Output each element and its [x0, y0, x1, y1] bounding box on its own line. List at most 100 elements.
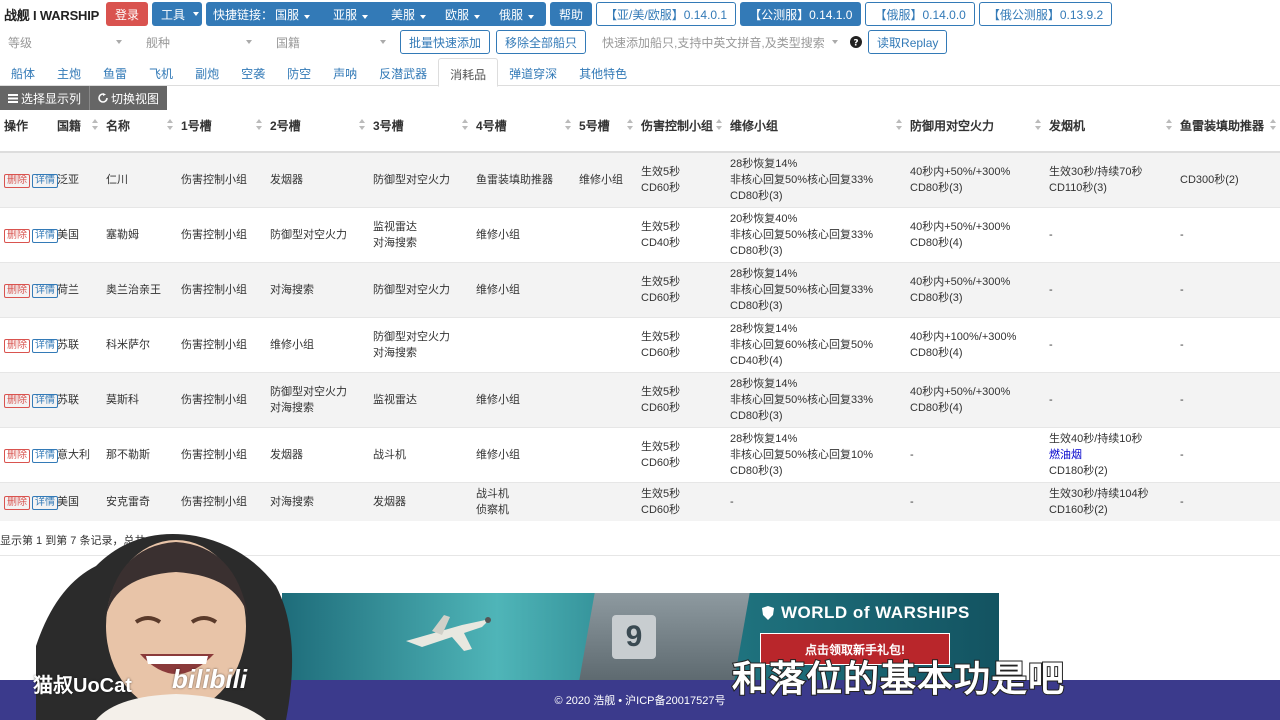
- ship-illustration: [579, 593, 750, 680]
- tab-3[interactable]: 飞机: [138, 58, 184, 86]
- cell-s1: 伤害控制小组: [177, 261, 266, 317]
- version-asia-na-eu[interactable]: 【亚/美/欧服】0.14.0.1: [596, 2, 737, 26]
- tab-10[interactable]: 弹道穿深: [498, 58, 568, 86]
- cell-aa: 40秒内+50%/+300% CD80秒(4): [906, 206, 1045, 262]
- tab-7[interactable]: 声呐: [322, 58, 368, 86]
- detail-button[interactable]: 详情: [32, 393, 58, 408]
- sort-icon[interactable]: [462, 119, 468, 133]
- cell-line: 非核心回复60%核心回复50%: [730, 338, 874, 351]
- detail-button[interactable]: 详情: [32, 283, 58, 298]
- quicklink-cn[interactable]: 国服: [275, 6, 331, 23]
- column-header-label: 防御用对空火力: [910, 119, 995, 133]
- sort-icon[interactable]: [1270, 119, 1276, 133]
- delete-button[interactable]: 删除: [4, 495, 30, 510]
- chevron-down-icon: [193, 12, 200, 16]
- delete-button[interactable]: 删除: [4, 393, 30, 408]
- column-header[interactable]: 3号槽: [369, 112, 472, 153]
- ship-search-input[interactable]: 快速添加船只,支持中英文拼音,及类型搜索: [594, 30, 844, 54]
- cell-rep: -: [726, 481, 906, 521]
- quicklink-asia[interactable]: 亚服: [333, 6, 389, 23]
- delete-button[interactable]: 删除: [4, 173, 30, 188]
- switch-view-button[interactable]: 切换视图: [89, 86, 168, 110]
- cell-line: 生效30秒/持续104秒: [1049, 487, 1149, 500]
- cell-ship-name[interactable]: 仁川: [102, 151, 177, 207]
- tab-1[interactable]: 主炮: [46, 58, 92, 86]
- cell-ship-name[interactable]: 莫斯科: [102, 371, 177, 427]
- tab-6[interactable]: 防空: [276, 58, 322, 86]
- cell-smoke: -: [1045, 316, 1176, 372]
- column-header[interactable]: 防御用对空火力: [906, 112, 1045, 153]
- column-header[interactable]: 发烟机: [1045, 112, 1176, 153]
- class-select[interactable]: 舰种: [138, 30, 258, 54]
- sort-icon[interactable]: [167, 119, 173, 133]
- sort-icon[interactable]: [1166, 119, 1172, 133]
- cell-ship-name[interactable]: 安克雷奇: [102, 481, 177, 521]
- column-header[interactable]: 1号槽: [177, 112, 266, 153]
- tab-9[interactable]: 消耗品: [438, 58, 499, 87]
- quicklinks-group: 快捷链接： 国服 亚服 美服 欧服 俄服: [206, 2, 547, 26]
- cell-line: 生效5秒: [641, 220, 681, 233]
- column-header[interactable]: 2号槽: [266, 112, 369, 153]
- cell-ship-name[interactable]: 那不勒斯: [102, 426, 177, 482]
- cell-ship-name[interactable]: 塞勒姆: [102, 206, 177, 262]
- filter-bar: 等级 舰种 国籍 批量快速添加 移除全部船只 快速添加船只,支持中英文拼音,及类…: [0, 29, 1280, 55]
- tools-dropdown[interactable]: 工具: [152, 2, 203, 26]
- cell-line: 生效5秒: [641, 330, 681, 343]
- tier-select[interactable]: 等级: [0, 30, 128, 54]
- tab-8[interactable]: 反潜武器: [368, 58, 438, 86]
- nation-select[interactable]: 国籍: [268, 30, 392, 54]
- column-header[interactable]: 名称: [102, 112, 177, 153]
- read-replay-button[interactable]: 读取Replay: [868, 30, 948, 54]
- detail-button[interactable]: 详情: [32, 448, 58, 463]
- tab-0[interactable]: 船体: [0, 58, 46, 86]
- cell-ship-name[interactable]: 科米萨尔: [102, 316, 177, 372]
- sort-icon[interactable]: [92, 119, 98, 133]
- cell-ship-name[interactable]: 奥兰治亲王: [102, 261, 177, 317]
- select-columns-button[interactable]: 选择显示列: [0, 86, 90, 110]
- delete-button[interactable]: 删除: [4, 228, 30, 243]
- detail-button[interactable]: 详情: [32, 228, 58, 243]
- detail-button[interactable]: 详情: [32, 338, 58, 353]
- quicklink-ru[interactable]: 俄服: [499, 6, 539, 23]
- sort-icon[interactable]: [896, 119, 902, 133]
- cell-line: 40秒内+50%/+300%: [910, 385, 1011, 398]
- site-logo[interactable]: 战舰 I WARSHIP: [4, 5, 102, 24]
- login-button[interactable]: 登录: [106, 2, 149, 26]
- column-header-label: 伤害控制小组: [641, 119, 714, 133]
- delete-button[interactable]: 删除: [4, 338, 30, 353]
- sort-icon[interactable]: [256, 119, 262, 133]
- column-header[interactable]: 4号槽: [472, 112, 575, 153]
- cell-s5: 维修小组: [575, 151, 637, 207]
- delete-button[interactable]: 删除: [4, 283, 30, 298]
- sort-icon[interactable]: [565, 119, 571, 133]
- column-header[interactable]: 鱼雷装填助推器: [1176, 112, 1280, 153]
- version-pts[interactable]: 【公测服】0.14.1.0: [740, 2, 862, 26]
- sort-icon[interactable]: [627, 119, 633, 133]
- delete-button[interactable]: 删除: [4, 448, 30, 463]
- quicklink-eu[interactable]: 欧服: [445, 6, 497, 23]
- sort-icon[interactable]: [1035, 119, 1041, 133]
- help-circle-icon[interactable]: ?: [850, 36, 863, 48]
- bulk-add-button[interactable]: 批量快速添加: [400, 30, 491, 54]
- detail-button[interactable]: 详情: [32, 173, 58, 188]
- smoke-type-link[interactable]: 燃油烟: [1049, 447, 1172, 463]
- cell-torp: -: [1176, 316, 1280, 372]
- tab-5[interactable]: 空袭: [230, 58, 276, 86]
- column-header[interactable]: 国籍: [53, 112, 102, 153]
- tab-11[interactable]: 其他特色: [568, 58, 638, 86]
- remove-all-button[interactable]: 移除全部船只: [496, 30, 587, 54]
- quicklink-na[interactable]: 美服: [391, 6, 443, 23]
- help-button[interactable]: 帮助: [550, 2, 593, 26]
- version-ru-pts[interactable]: 【俄公测服】0.13.9.2: [978, 2, 1113, 26]
- version-ru[interactable]: 【俄服】0.14.0.0: [865, 2, 975, 26]
- column-header[interactable]: 伤害控制小组: [637, 112, 726, 153]
- cell-line: CD80秒(3): [910, 291, 963, 304]
- sort-icon[interactable]: [359, 119, 365, 133]
- column-header[interactable]: 维修小组: [726, 112, 906, 153]
- tab-2[interactable]: 鱼雷: [92, 58, 138, 86]
- tab-4[interactable]: 副炮: [184, 58, 230, 86]
- sort-icon[interactable]: [716, 119, 722, 133]
- column-header[interactable]: 5号槽: [575, 112, 637, 153]
- detail-button[interactable]: 详情: [32, 495, 58, 510]
- cell-s5: [575, 426, 637, 482]
